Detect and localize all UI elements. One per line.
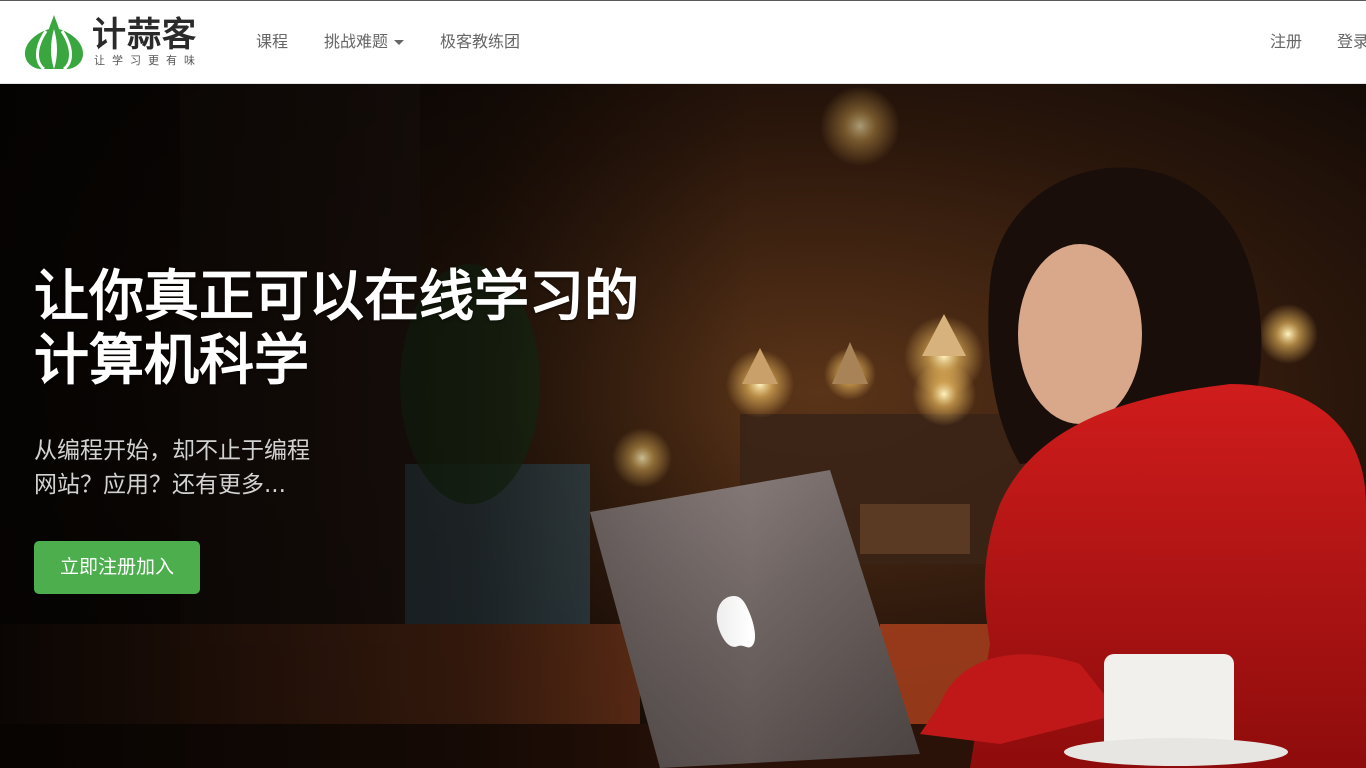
garlic-logo-icon: [24, 15, 84, 71]
nav-login-label: 登录: [1337, 32, 1366, 51]
hero-title: 让你真正可以在线学习的 计算机科学: [34, 264, 754, 392]
nav-geek-coaches-label: 极客教练团: [440, 32, 521, 51]
nav-register-label: 注册: [1270, 32, 1303, 51]
nav-courses-label: 课程: [256, 32, 289, 51]
nav-challenges-label: 挑战难题: [324, 32, 389, 51]
hero-title-line-2: 计算机科学: [34, 328, 310, 392]
caret-down-icon: [394, 39, 405, 45]
top-navbar: 计蒜客 让学习更有味 课程 挑战难题 极客教练团 注册 登录: [0, 0, 1366, 84]
nav-register[interactable]: 注册: [1270, 31, 1302, 53]
signup-cta-button[interactable]: 立即注册加入: [34, 541, 200, 594]
account-nav: 注册 登录: [1270, 31, 1366, 53]
hero-background-photo: [0, 84, 1366, 768]
nav-courses[interactable]: 课程: [256, 31, 288, 53]
hero-subtitle-line-1: 从编程开始，却不止于编程: [34, 438, 310, 464]
logo-link[interactable]: 计蒜客 让学习更有味: [22, 13, 212, 73]
hero-subtitle: 从编程开始，却不止于编程 网站？应用？还有更多...: [34, 434, 454, 502]
nav-login[interactable]: 登录: [1337, 31, 1366, 53]
nav-challenges-dropdown[interactable]: 挑战难题: [324, 31, 405, 53]
primary-nav: 课程 挑战难题 极客教练团: [256, 31, 556, 53]
hero-banner: 让你真正可以在线学习的 计算机科学 从编程开始，却不止于编程 网站？应用？还有更…: [0, 84, 1366, 768]
hero-title-line-1: 让你真正可以在线学习的: [34, 264, 640, 328]
logo-wordmark: 计蒜客: [92, 15, 197, 55]
logo-slogan: 让学习更有味: [94, 54, 202, 67]
nav-geek-coaches[interactable]: 极客教练团: [440, 31, 520, 53]
hero-subtitle-line-2: 网站？应用？还有更多...: [34, 472, 286, 498]
